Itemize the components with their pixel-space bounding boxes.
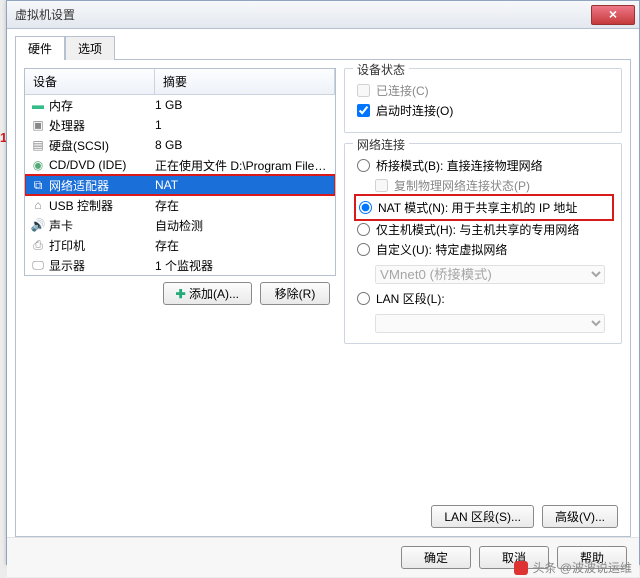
add-button[interactable]: ✚ 添加(A)... [163, 282, 252, 305]
radio-lanseg[interactable]: LAN 区段(L): [357, 290, 611, 307]
radio-hostonly[interactable]: 仅主机模式(H): 与主机共享的专用网络 [357, 221, 611, 238]
highlight-nat: NAT 模式(N): 用于共享主机的 IP 地址 [357, 197, 611, 218]
group-title: 网络连接 [353, 136, 409, 153]
lan-segment-select[interactable] [375, 314, 605, 333]
checkbox-replicate: 复制物理网络连接状态(P) [375, 177, 611, 194]
cpu-icon: ▣ [29, 118, 47, 132]
group-device-status: 设备状态 已连接(C) 启动时连接(O) [344, 68, 622, 133]
cd-icon: ◉ [29, 158, 47, 172]
list-item[interactable]: ▣处理器1 [25, 115, 335, 135]
usb-icon: ⌂ [29, 198, 47, 212]
close-button[interactable]: × [591, 5, 635, 25]
advanced-button[interactable]: 高级(V)... [542, 505, 618, 528]
watermark: 头条 @波波说运维 [514, 559, 632, 576]
printer-icon: ⎙ [29, 238, 47, 253]
group-title: 设备状态 [353, 61, 409, 78]
tab-hardware[interactable]: 硬件 [15, 36, 65, 60]
list-item[interactable]: ◉CD/DVD (IDE)正在使用文件 D:\Program Files\VM.… [25, 155, 335, 175]
network-icon: ⧉ [29, 178, 47, 193]
device-list: 设备 摘要 ▬内存1 GB ▣处理器1 ▤硬盘(SCSI)8 GB ◉CD/DV… [24, 68, 336, 276]
list-header: 设备 摘要 [25, 69, 335, 95]
checkbox-connected[interactable]: 已连接(C) [357, 82, 611, 99]
list-item[interactable]: 🔊声卡自动检测 [25, 215, 335, 235]
col-summary[interactable]: 摘要 [155, 69, 335, 94]
watermark-logo-icon [514, 561, 528, 575]
ok-button[interactable]: 确定 [401, 546, 471, 569]
tab-options[interactable]: 选项 [65, 36, 115, 60]
memory-icon: ▬ [29, 98, 47, 112]
tab-strip: 硬件 选项 [15, 35, 631, 59]
list-item[interactable]: ▬内存1 GB [25, 95, 335, 115]
custom-network-select[interactable]: VMnet0 (桥接模式) [375, 265, 605, 284]
remove-button[interactable]: 移除(R) [260, 282, 330, 305]
disk-icon: ▤ [29, 138, 47, 152]
titlebar: 虚拟机设置 × [7, 1, 639, 29]
checkbox-connect-on-start[interactable]: 启动时连接(O) [357, 102, 611, 119]
radio-bridged[interactable]: 桥接模式(B): 直接连接物理网络 [357, 157, 611, 174]
lan-segments-button[interactable]: LAN 区段(S)... [431, 505, 534, 528]
list-item-selected[interactable]: ⧉网络适配器NAT [25, 175, 335, 195]
radio-custom[interactable]: 自定义(U): 特定虚拟网络 [357, 241, 611, 258]
tab-pane: 设备 摘要 ▬内存1 GB ▣处理器1 ▤硬盘(SCSI)8 GB ◉CD/DV… [15, 59, 631, 537]
radio-nat[interactable]: NAT 模式(N): 用于共享主机的 IP 地址 [359, 199, 609, 216]
display-icon: 🖵 [29, 258, 47, 273]
list-item[interactable]: ⌂USB 控制器存在 [25, 195, 335, 215]
sound-icon: 🔊 [29, 218, 47, 232]
window-title: 虚拟机设置 [15, 6, 75, 23]
col-device[interactable]: 设备 [25, 69, 155, 94]
group-network-connection: 网络连接 桥接模式(B): 直接连接物理网络 复制物理网络连接状态(P) NAT… [344, 143, 622, 344]
list-item[interactable]: ⎙打印机存在 [25, 235, 335, 255]
list-item[interactable]: 🖵显示器1 个监视器 [25, 255, 335, 275]
list-item[interactable]: ▤硬盘(SCSI)8 GB [25, 135, 335, 155]
dialog-window: 虚拟机设置 × 硬件 选项 设备 摘要 ▬内存1 GB ▣处理器1 ▤硬盘(SC… [6, 0, 640, 565]
